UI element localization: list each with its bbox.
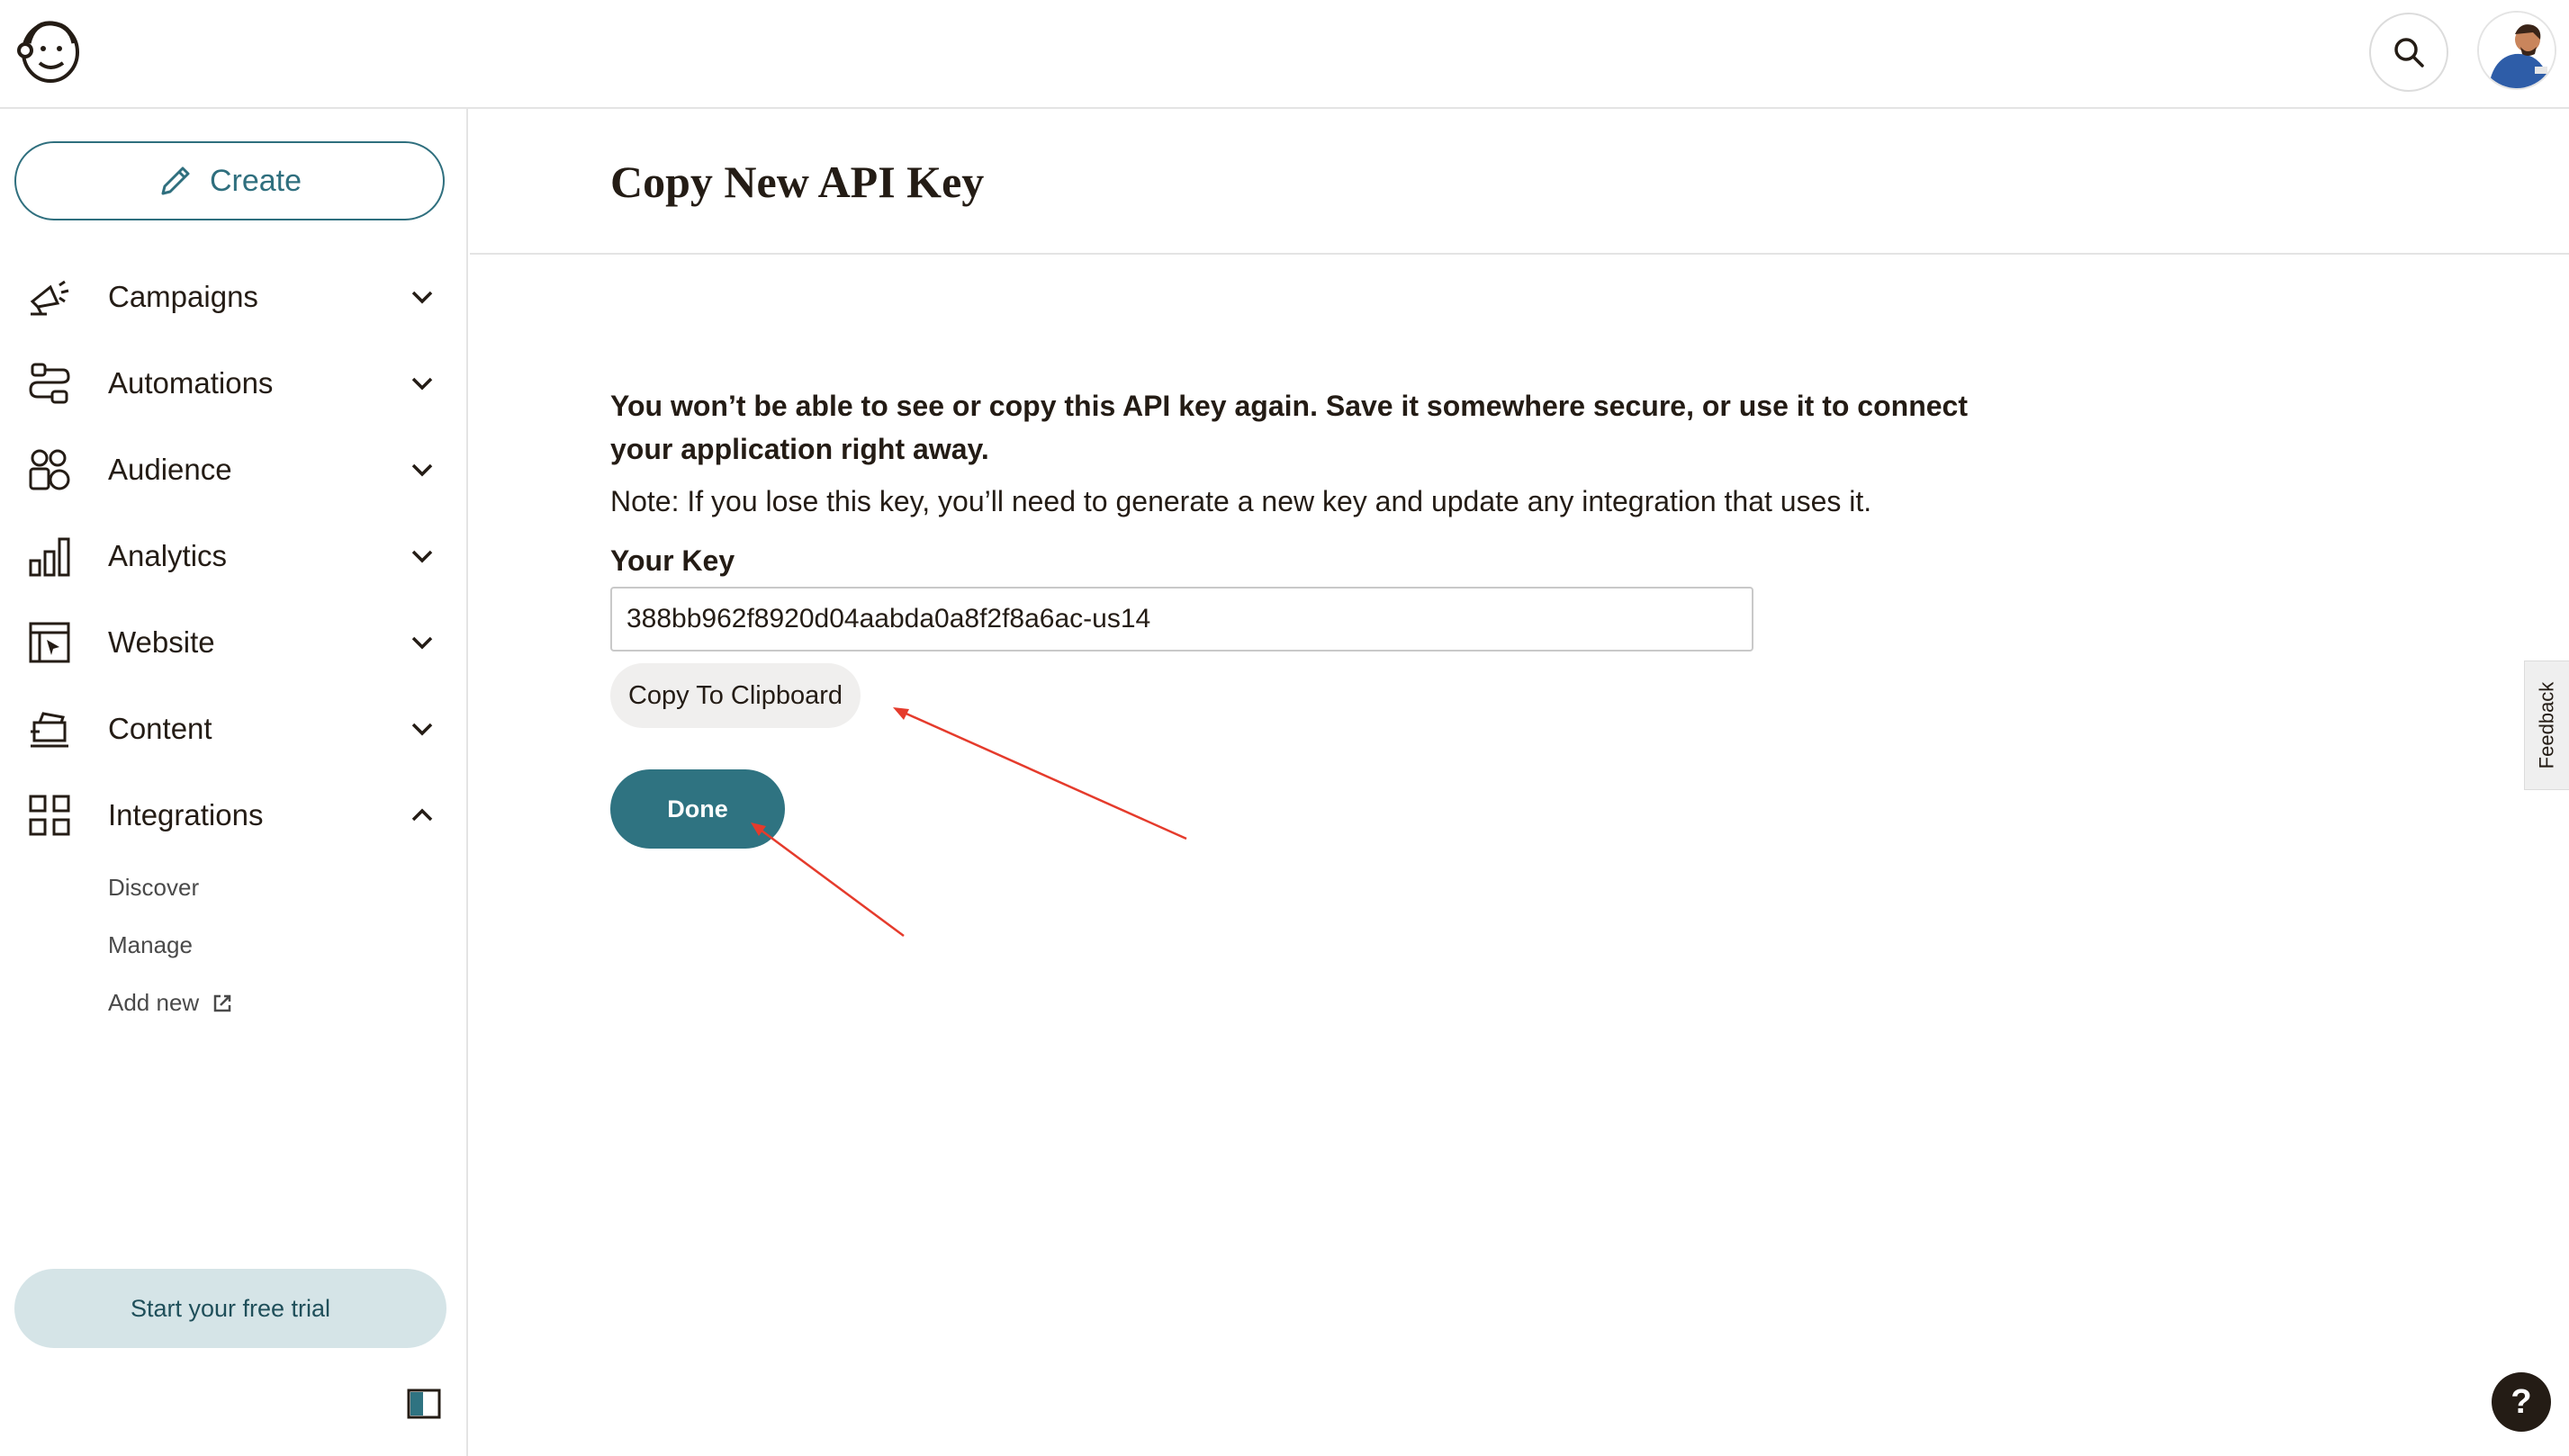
grid-icon [27, 793, 72, 838]
search-icon [2394, 38, 2424, 67]
sidebar-item-label: Automations [108, 366, 274, 400]
subitem-label: Discover [108, 874, 200, 901]
sidebar-item-analytics[interactable]: Analytics [0, 516, 468, 597]
sidebar-item-automations[interactable]: Automations [0, 343, 468, 424]
chevron-down-icon [407, 627, 437, 658]
sidebar-collapse-icon[interactable] [407, 1389, 441, 1419]
top-bar [0, 0, 2569, 109]
audience-icon [27, 447, 72, 492]
chevron-down-icon [407, 454, 437, 485]
sidebar: Create Campaigns Automations Audience An… [0, 109, 468, 1456]
subitem-label: Manage [108, 931, 193, 958]
create-label: Create [209, 163, 302, 198]
create-button[interactable]: Create [14, 141, 445, 220]
megaphone-icon [27, 274, 72, 319]
sidebar-subitem-add-new[interactable]: Add new [108, 989, 233, 1017]
sidebar-item-label: Audience [108, 453, 232, 486]
subitem-label: Add new [108, 989, 200, 1016]
sidebar-item-integrations[interactable]: Integrations [0, 775, 468, 856]
sidebar-item-label: Content [108, 712, 212, 745]
note-text: Note: If you lose this key, you’ll need … [610, 485, 1872, 517]
feedback-label: Feedback [2535, 681, 2558, 769]
avatar[interactable] [2477, 11, 2556, 90]
mailchimp-logo-icon[interactable] [16, 16, 85, 85]
done-button[interactable]: Done [610, 769, 785, 849]
automation-flow-icon [27, 361, 72, 406]
sidebar-subitem-manage[interactable]: Manage [108, 931, 193, 959]
chevron-down-icon [407, 282, 437, 312]
sidebar-item-campaigns[interactable]: Campaigns [0, 256, 468, 337]
sidebar-item-audience[interactable]: Audience [0, 429, 468, 510]
chevron-up-icon [407, 800, 437, 831]
chevron-down-icon [407, 368, 437, 399]
page-title: Copy New API Key [610, 157, 985, 207]
website-icon [27, 620, 72, 665]
sidebar-item-label: Integrations [108, 798, 264, 831]
search-button[interactable] [2369, 13, 2448, 92]
sidebar-subitem-discover[interactable]: Discover [108, 874, 199, 902]
sidebar-item-label: Analytics [108, 539, 228, 572]
sidebar-item-label: Campaigns [108, 280, 258, 313]
main-content: Copy New API Key You won’t be able to se… [470, 109, 2569, 1456]
copy-to-clipboard-button[interactable]: Copy To Clipboard [610, 663, 861, 728]
sidebar-item-website[interactable]: Website [0, 602, 468, 683]
pencil-icon [161, 166, 190, 195]
chevron-down-icon [407, 541, 437, 571]
question-mark-icon: ? [2510, 1382, 2532, 1421]
help-button[interactable]: ? [2492, 1372, 2551, 1432]
sidebar-item-label: Website [108, 625, 215, 659]
bar-chart-icon [27, 534, 72, 579]
key-label: Your Key [610, 544, 735, 577]
warning-text: You won’t be able to see or copy this AP… [610, 390, 1968, 465]
api-key-field[interactable] [610, 587, 1753, 652]
chevron-down-icon [407, 714, 437, 744]
page-header: Copy New API Key [470, 109, 2569, 255]
trial-label: Start your free trial [130, 1294, 331, 1322]
start-free-trial-button[interactable]: Start your free trial [14, 1269, 446, 1348]
external-link-icon [213, 994, 231, 1011]
feedback-tab[interactable]: Feedback [2524, 661, 2569, 790]
sidebar-item-content[interactable]: Content [0, 688, 468, 769]
content-icon [27, 706, 72, 751]
